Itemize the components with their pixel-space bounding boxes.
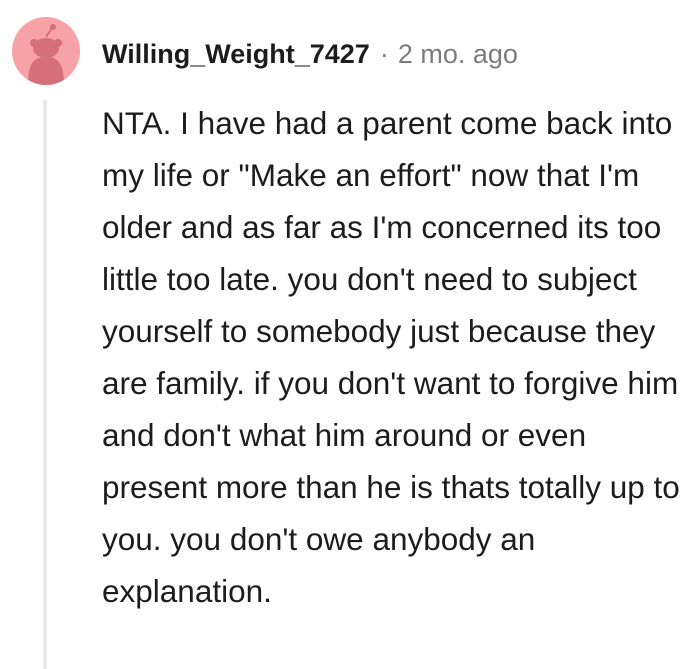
avatar[interactable]: [12, 17, 80, 85]
username-link[interactable]: Willing_Weight_7427: [102, 34, 370, 74]
comment-header: Willing_Weight_7427 · 2 mo. ago: [102, 34, 518, 74]
thread-collapse-line[interactable]: [43, 100, 47, 669]
comment-body: NTA. I have had a parent come back into …: [102, 105, 680, 609]
timestamp-link[interactable]: 2 mo. ago: [398, 34, 518, 74]
snoo-avatar-icon: [28, 24, 64, 85]
meta-separator: ·: [379, 39, 389, 69]
comment: Willing_Weight_7427 · 2 mo. ago NTA. I h…: [0, 0, 700, 669]
